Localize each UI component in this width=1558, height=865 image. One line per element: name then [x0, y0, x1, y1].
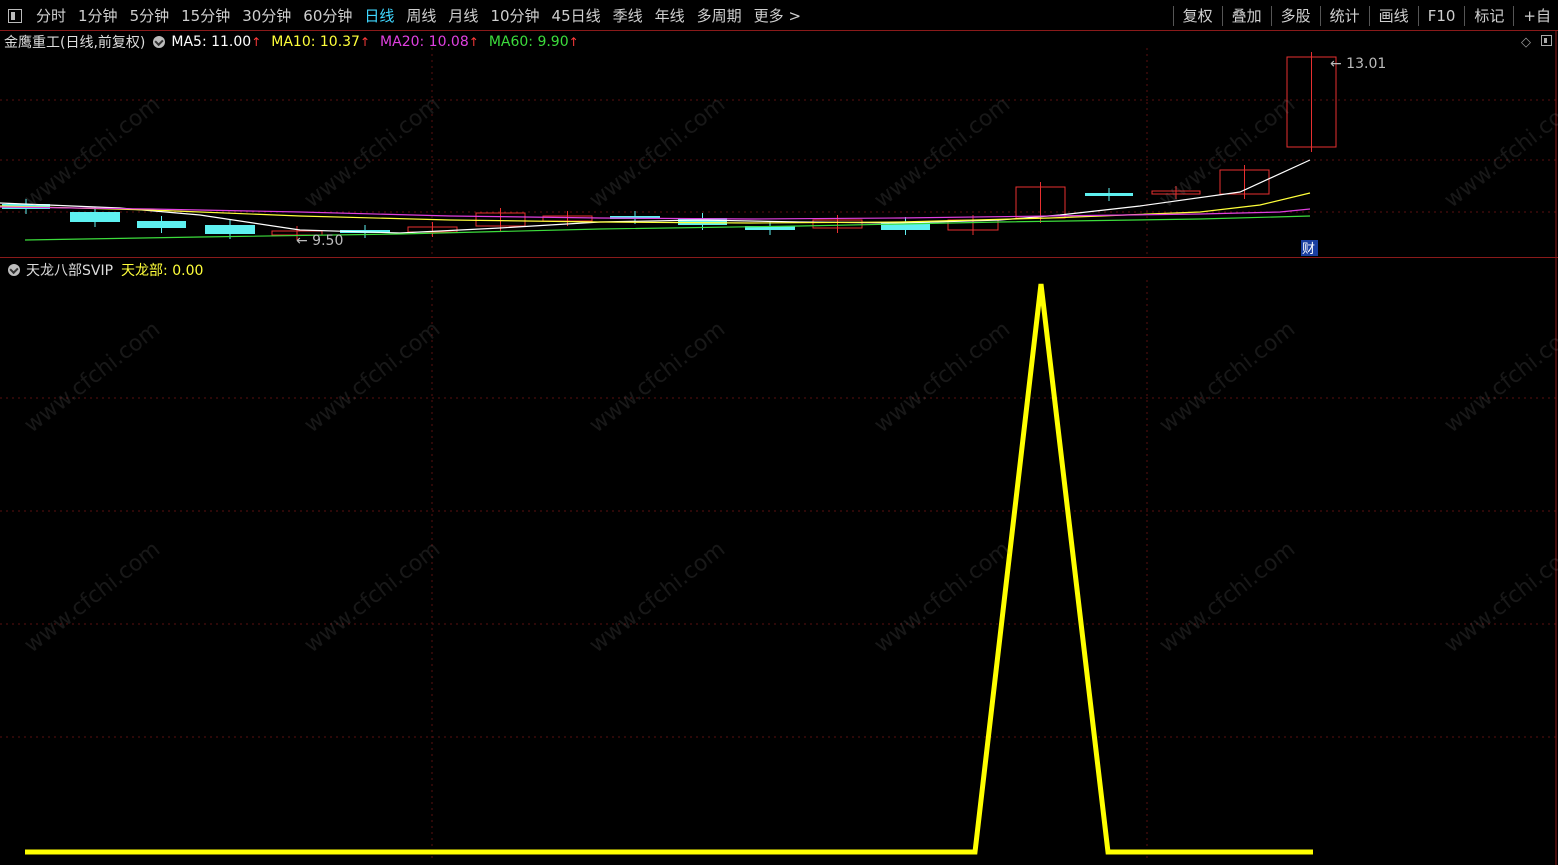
high-price-label: ← 13.01 [1330, 56, 1386, 72]
candle-body [70, 212, 120, 222]
candle-body [205, 225, 255, 234]
chart-canvas: ← 13.01 ← 9.50 财 [0, 31, 1558, 865]
indicator-name: 天龙八部SVIP [26, 263, 114, 279]
finance-badge: 财 [1302, 242, 1315, 257]
settings-circle-icon[interactable] [8, 264, 20, 276]
candle-body [1085, 193, 1133, 196]
pane-divider[interactable] [0, 257, 1558, 258]
low-price-label: ← 9.50 [296, 233, 343, 249]
candle-body [137, 221, 186, 228]
indicator-header: 天龙八部SVIP 天龙部: 0.00 [0, 259, 203, 281]
indicator-value: 天龙部: 0.00 [121, 263, 204, 279]
